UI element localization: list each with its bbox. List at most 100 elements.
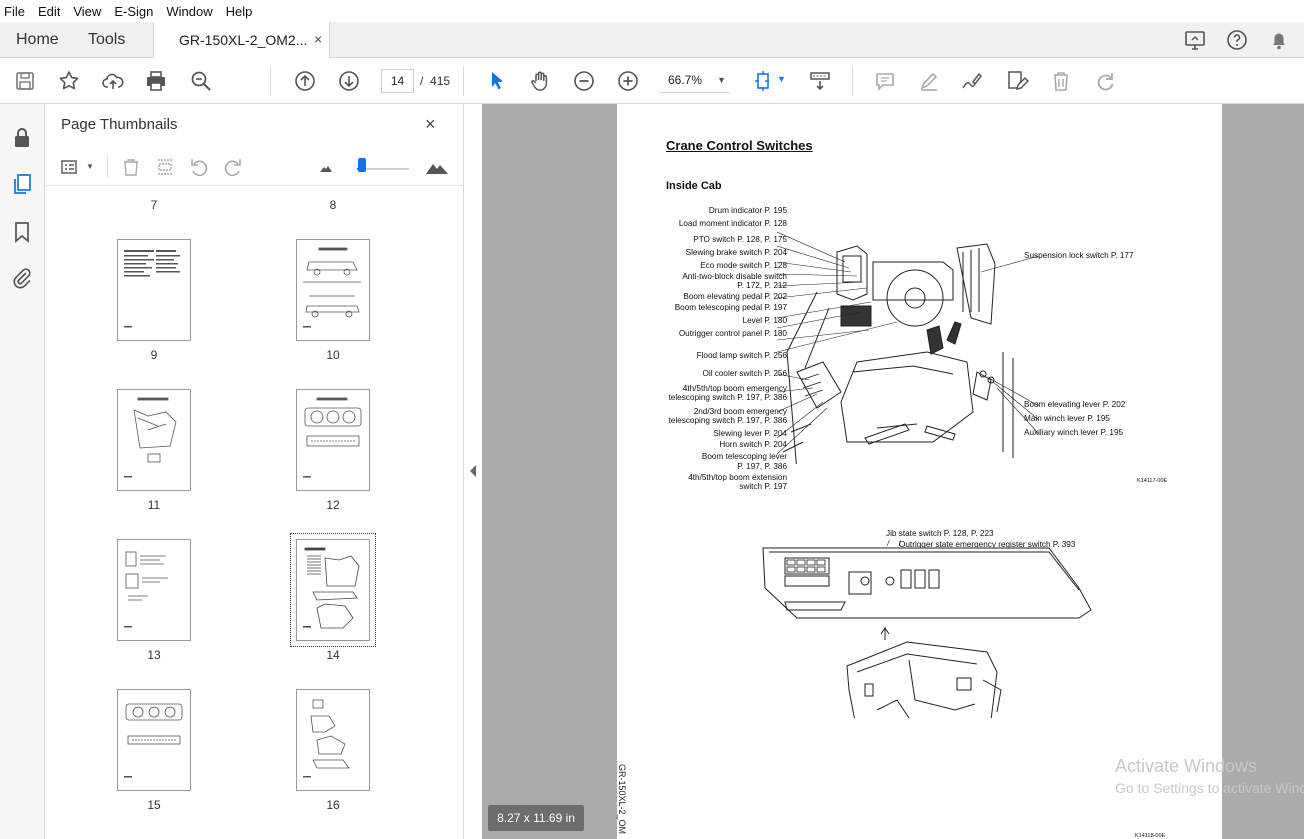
callout-label: Flood lamp switch P. 256 xyxy=(696,351,787,360)
callout-label: Drum indicator P. 195 xyxy=(708,206,787,215)
callout-label: P. 172, P. 212 xyxy=(737,281,787,290)
thumbnail-size-slider-knob[interactable] xyxy=(358,158,367,172)
collapse-panel-icon[interactable] xyxy=(468,464,478,478)
options-chevron-down-icon[interactable]: ▼ xyxy=(86,162,94,171)
edit-pdf-icon[interactable] xyxy=(1005,69,1029,93)
callout-label: Level P. 180 xyxy=(742,316,787,325)
next-page-icon[interactable] xyxy=(337,69,361,93)
panel-title: Page Thumbnails xyxy=(61,116,178,133)
attachment-icon[interactable] xyxy=(10,266,34,290)
page-thumbnail[interactable] xyxy=(117,689,191,791)
share-screen-icon[interactable] xyxy=(1183,28,1207,52)
tab-tools[interactable]: Tools xyxy=(88,31,125,49)
callout-label: PTO switch P. 128, P. 175 xyxy=(693,235,787,244)
small-mountain-icon xyxy=(320,166,332,172)
delete-icon[interactable] xyxy=(1049,69,1073,93)
page-thumbnail-selected[interactable] xyxy=(290,533,376,647)
menu-view[interactable]: View xyxy=(73,4,101,19)
document-subheading: Inside Cab xyxy=(666,180,722,192)
thumbnails-toolbar: ▼ xyxy=(45,148,464,186)
menu-file[interactable]: File xyxy=(4,4,25,19)
rotate-counterclockwise-icon[interactable] xyxy=(188,156,210,178)
menu-window[interactable]: Window xyxy=(166,4,212,19)
highlight-pen-icon[interactable] xyxy=(917,69,941,93)
scroll-mode-icon[interactable] xyxy=(808,69,832,93)
thumbnail-label: 12 xyxy=(326,498,340,512)
document-heading: Crane Control Switches xyxy=(666,138,813,153)
control-panel-illustration xyxy=(762,540,1092,718)
document-viewer[interactable]: Crane Control Switches Inside Cab Drum i… xyxy=(482,104,1304,839)
page-thumbnail[interactable] xyxy=(117,389,191,491)
thumbnail-options-icon[interactable] xyxy=(59,156,81,178)
print-icon[interactable] xyxy=(144,69,168,93)
zoom-out-icon[interactable] xyxy=(572,69,596,93)
bookmarks-icon[interactable] xyxy=(10,220,34,244)
tab-bar: Home Tools GR-150XL-2_OM2... × xyxy=(0,22,1304,59)
callout-label: Boom elevating lever P. 202 xyxy=(1024,400,1126,409)
callout-label: Load moment indicator P. 128 xyxy=(678,219,787,228)
tab-document[interactable]: GR-150XL-2_OM2... × xyxy=(153,22,330,59)
page-thumbnail-preview xyxy=(124,551,168,628)
page-thumbnail[interactable] xyxy=(117,239,191,341)
thumbnail-label-selected: 14 xyxy=(326,648,340,662)
panel-separator xyxy=(107,156,108,178)
panel-resize-handle[interactable] xyxy=(466,104,482,839)
thumbnails-panel: Page Thumbnails × ▼ 7 8 9 10 11 12 13 14 xyxy=(45,104,499,839)
menu-edit[interactable]: Edit xyxy=(38,4,60,19)
callout-label: Horn switch P. 204 xyxy=(719,440,787,449)
page-thumbnail-preview xyxy=(303,397,362,478)
callout-label: Boom telescoping pedal P. 197 xyxy=(674,303,787,312)
callout-label: 4th/5th/top boom emergency xyxy=(682,384,787,393)
previous-page-icon[interactable] xyxy=(293,69,317,93)
zoom-in-icon[interactable] xyxy=(616,69,640,93)
callout-label: switch P. 197 xyxy=(739,482,787,491)
page-size-badge: 8.27 x 11.69 in xyxy=(488,805,584,831)
page-thumbnails-icon[interactable] xyxy=(10,172,34,196)
cloud-upload-icon[interactable] xyxy=(101,69,125,93)
zoom-level-dropdown[interactable]: 66.7% ▼ xyxy=(660,69,730,93)
help-icon[interactable] xyxy=(1225,28,1249,52)
callout-label: Main winch lever P. 195 xyxy=(1024,414,1110,423)
tab-home[interactable]: Home xyxy=(16,31,59,49)
page-thumbnail[interactable] xyxy=(296,389,370,491)
page-thumbnail[interactable] xyxy=(296,239,370,341)
document-page: Crane Control Switches Inside Cab Drum i… xyxy=(617,104,1222,839)
save-icon[interactable] xyxy=(13,69,37,93)
callout-label: telescoping switch P. 197, P. 386 xyxy=(668,393,788,402)
activate-windows-subtext: Go to Settings to activate Windows. xyxy=(1115,780,1304,796)
comment-icon[interactable] xyxy=(873,69,897,93)
callout-label: P. 197, P. 386 xyxy=(737,462,787,471)
thumbnail-label: 7 xyxy=(150,198,158,212)
notification-bell-icon[interactable] xyxy=(1267,28,1291,52)
activate-windows-watermark: Activate Windows xyxy=(1115,756,1258,776)
delete-page-icon[interactable] xyxy=(120,156,142,178)
hand-tool-icon[interactable] xyxy=(528,69,552,93)
thumbnail-label: 13 xyxy=(147,648,161,662)
page-thumbnail[interactable] xyxy=(296,689,370,791)
panel-close-icon[interactable]: × xyxy=(425,114,436,135)
callout-label: Outrigger control panel P. 180 xyxy=(678,329,787,338)
callout-label: Boom telescoping lever xyxy=(701,452,787,461)
toolbar-separator xyxy=(270,66,271,96)
zoom-out-search-icon[interactable] xyxy=(189,69,213,93)
figure-code: K14117-00E xyxy=(1137,478,1168,484)
document-side-label: GR-150XL-2_OM xyxy=(617,764,627,835)
bookmark-star-icon[interactable] xyxy=(57,69,81,93)
redo-icon[interactable] xyxy=(1093,69,1117,93)
extract-page-icon[interactable] xyxy=(154,156,176,178)
lock-icon[interactable] xyxy=(10,126,34,150)
page-total-value: 415 xyxy=(430,74,451,88)
thumbnail-label: 8 xyxy=(329,198,337,212)
page-thumbnail[interactable] xyxy=(117,539,191,641)
menu-help[interactable]: Help xyxy=(226,4,253,19)
rotate-clockwise-icon[interactable] xyxy=(222,156,244,178)
menu-esign[interactable]: E-Sign xyxy=(114,4,153,19)
draw-signature-icon[interactable] xyxy=(960,69,984,93)
page-thumbnail-preview xyxy=(124,703,183,778)
fit-page-icon[interactable] xyxy=(752,69,776,93)
fit-chevron-down-icon[interactable]: ▼ xyxy=(777,74,786,84)
select-cursor-icon[interactable] xyxy=(485,69,509,93)
callout-label: 2nd/3rd boom emergency xyxy=(693,407,787,416)
tab-close-icon[interactable]: × xyxy=(314,31,322,47)
page-number-input[interactable]: 14 xyxy=(381,69,414,93)
